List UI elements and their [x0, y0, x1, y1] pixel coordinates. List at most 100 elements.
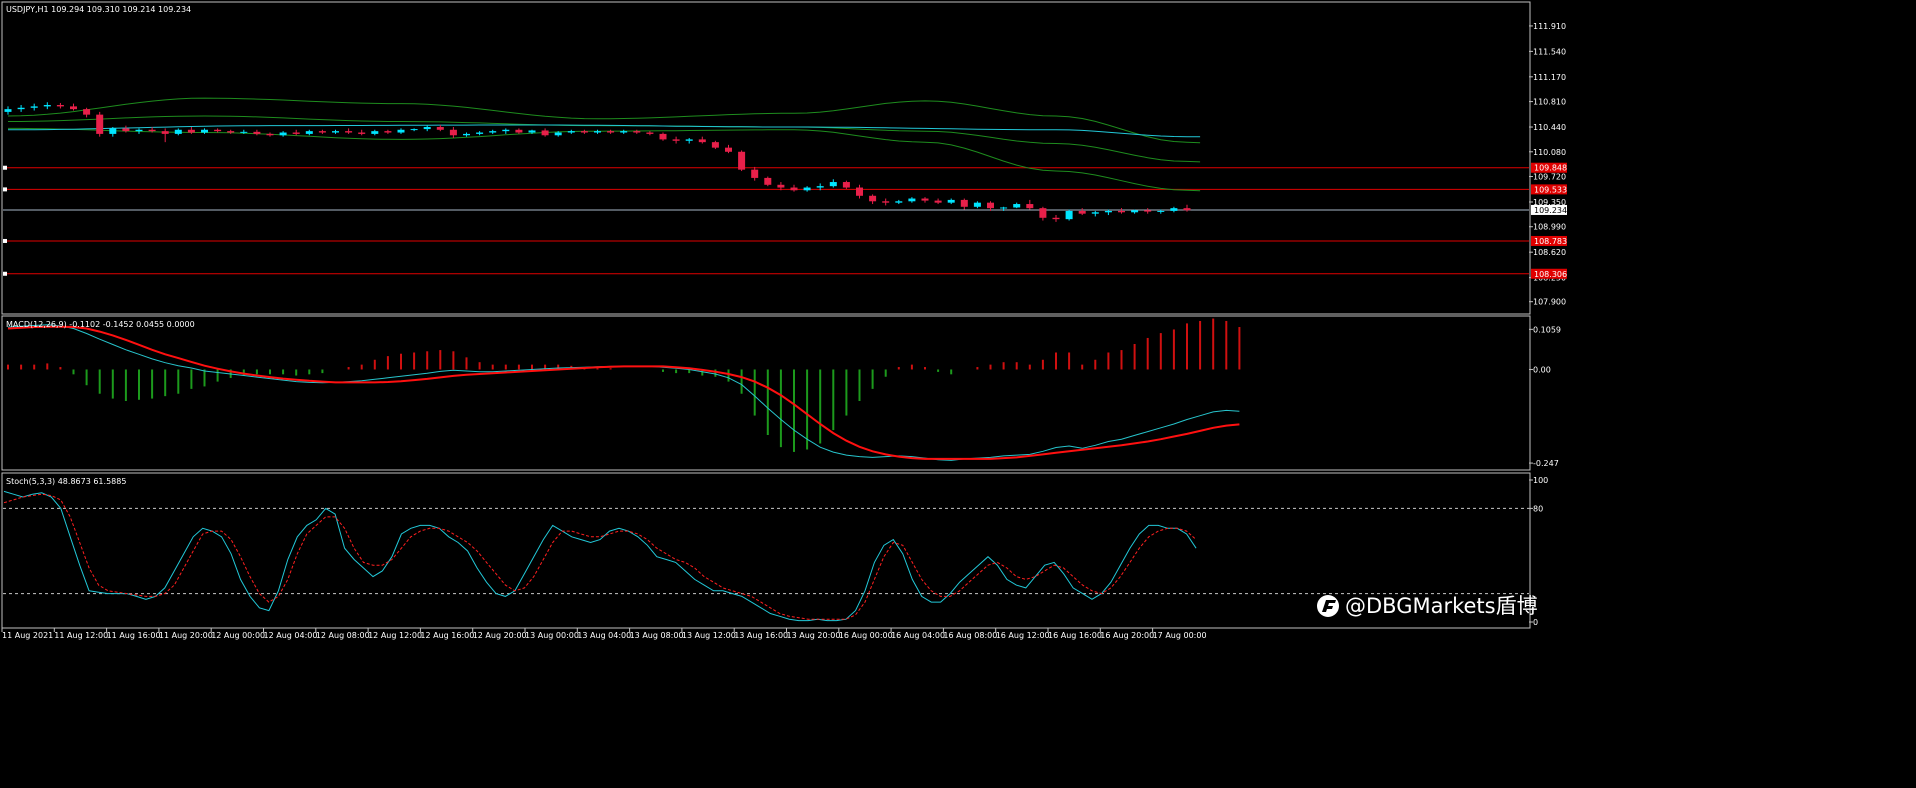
price-axis-label: 108.990 — [1533, 223, 1566, 232]
time-axis-label: 13 Aug 16:00 — [734, 631, 788, 640]
candle-bearish — [1183, 208, 1191, 211]
candle-bullish — [109, 128, 117, 134]
candle-bearish — [449, 129, 457, 136]
candle-bullish — [410, 129, 418, 131]
candle-bearish — [1118, 210, 1125, 213]
candle-bearish — [764, 177, 772, 185]
candle-bullish — [947, 199, 955, 203]
candle-bullish — [685, 139, 693, 141]
macd-axis-label: 0.00 — [1533, 365, 1551, 374]
candle-bearish — [292, 132, 300, 134]
macd-title-label: MACD(12,26,9) -0.1102 -0.1452 0.0455 0.0… — [6, 320, 195, 329]
time-axis-label: 13 Aug 20:00 — [787, 631, 841, 640]
price-axis-label: 108.620 — [1533, 248, 1566, 257]
candle-bearish — [541, 130, 549, 136]
candle-bearish — [725, 147, 732, 152]
candle-bearish — [148, 129, 156, 132]
level-handle — [3, 187, 7, 192]
chart-window: 111.910 111.540 111.170 110.810 110.440 110.0… — [0, 0, 1568, 645]
level-price-label: 108.306 — [1534, 270, 1567, 279]
candle-bearish — [1144, 210, 1152, 212]
watermark-text: @DBGMarkets盾博 — [1345, 594, 1538, 618]
level-handle — [3, 271, 7, 276]
candle-bearish — [436, 127, 444, 130]
level-handle — [3, 238, 7, 243]
candle-bearish — [214, 129, 222, 132]
time-axis-label: 13 Aug 04:00 — [577, 631, 631, 640]
price-axis-label: 107.900 — [1533, 298, 1566, 307]
time-axis-label: 17 Aug 00:00 — [1153, 631, 1207, 640]
candle-bearish — [751, 169, 759, 178]
watermark: @DBGMarkets盾博 — [1317, 594, 1538, 618]
chart-background — [0, 0, 1568, 645]
candle-bullish — [816, 186, 824, 188]
candle-bearish — [266, 133, 274, 136]
candle-bullish — [1104, 210, 1112, 213]
candle-bullish — [43, 105, 51, 107]
candle-bullish — [30, 106, 38, 108]
level-price-label: 109.533 — [1534, 185, 1567, 194]
candle-bullish — [829, 182, 837, 187]
candle-bearish — [711, 142, 719, 148]
candle-bearish — [856, 187, 863, 196]
chart-canvas: 111.910 111.540 111.170 110.810 110.440 110.0… — [0, 0, 1568, 645]
candle-bullish — [1091, 212, 1099, 214]
time-axis-label: 16 Aug 04:00 — [891, 631, 945, 640]
candle-bearish — [1039, 208, 1047, 218]
candle-bullish — [135, 129, 143, 132]
symbol-info-label: USDJPY,H1 109.294 109.310 109.214 109.23… — [6, 5, 191, 14]
time-axis-label: 16 Aug 12:00 — [996, 631, 1050, 640]
candle-bearish — [659, 133, 667, 140]
candle-bullish — [1157, 210, 1165, 212]
candle-bullish — [305, 131, 313, 134]
candle-bullish — [1131, 210, 1139, 213]
stoch-axis-label: 80 — [1533, 504, 1543, 513]
time-axis-label: 11 Aug 16:00 — [107, 631, 161, 640]
price-axis-label: 111.170 — [1533, 73, 1566, 82]
candle-bullish — [201, 129, 208, 133]
candle-bearish — [842, 182, 850, 188]
candle-bearish — [633, 131, 641, 133]
candle-bullish — [174, 129, 182, 134]
time-axis-label: 13 Aug 08:00 — [630, 631, 684, 640]
candle-bearish — [921, 198, 929, 201]
price-axis-label: 110.810 — [1533, 98, 1566, 107]
time-axis-label: 13 Aug 00:00 — [525, 631, 579, 640]
candle-bearish — [987, 202, 994, 209]
candle-bullish — [476, 132, 484, 134]
candle-bearish — [70, 106, 77, 110]
candle-bullish — [371, 131, 379, 134]
time-axis-label: 16 Aug 00:00 — [839, 631, 893, 640]
time-axis-label: 16 Aug 16:00 — [1048, 631, 1102, 640]
time-axis-label: 11 Aug 2021 — [2, 631, 53, 640]
candle-bearish — [869, 195, 877, 202]
candle-bearish — [777, 184, 785, 188]
candle-bearish — [790, 187, 798, 191]
candle-bullish — [973, 202, 981, 207]
candle-bearish — [83, 109, 91, 115]
candle-bullish — [240, 131, 248, 133]
candle-bullish — [502, 129, 510, 132]
candle-bearish — [646, 132, 654, 134]
time-axis-label: 12 Aug 04:00 — [264, 631, 318, 640]
candle-bearish — [1078, 210, 1086, 214]
time-axis-label: 13 Aug 12:00 — [682, 631, 736, 640]
candle-bullish — [908, 198, 916, 202]
time-axis-label: 12 Aug 16:00 — [420, 631, 474, 640]
stoch-axis-label: 100 — [1533, 476, 1548, 485]
candle-bullish — [554, 132, 562, 136]
time-axis-label: 16 Aug 08:00 — [943, 631, 997, 640]
candle-bearish — [384, 131, 392, 133]
candle-bullish — [567, 131, 575, 133]
candle-bearish — [318, 131, 326, 133]
macd-axis-label: -0.247 — [1533, 459, 1559, 468]
macd-axis-label: 0.1059 — [1533, 325, 1561, 334]
candle-bullish — [17, 107, 25, 110]
time-axis-label: 12 Aug 20:00 — [473, 631, 527, 640]
candle-bullish — [4, 109, 12, 112]
price-axis-label: 110.440 — [1533, 123, 1566, 132]
candle-bearish — [607, 131, 615, 133]
candle-bullish — [620, 131, 628, 133]
candle-bullish — [332, 131, 339, 133]
current-price-label: 109.234 — [1534, 206, 1567, 215]
